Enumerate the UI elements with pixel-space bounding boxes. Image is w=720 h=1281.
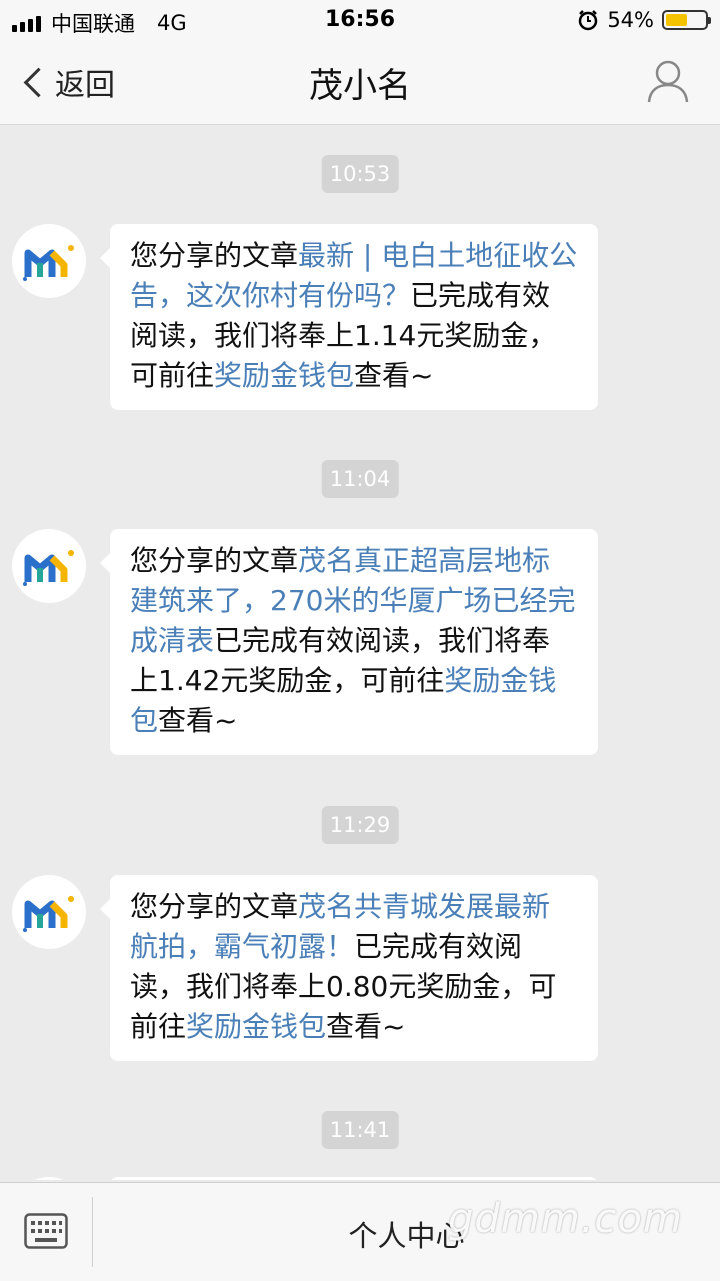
message-bubble: 您分享的文章茂名共青城发展最新航拍，霸气初露！已完成有效阅读，我们将奉上0.80… — [100, 875, 598, 1061]
avatar[interactable] — [12, 224, 86, 298]
maoming-logo-icon — [23, 550, 74, 586]
watermark: gdmm.com — [448, 1196, 683, 1242]
status-right: 54% — [577, 8, 711, 32]
chat-list[interactable]: 10:53 您分享的文章最新 | 电白土地征收公告，这次你村有份吗？已完成有效阅… — [0, 125, 720, 1180]
maoming-logo-icon — [23, 245, 74, 281]
reward-wallet-link[interactable]: 奖励金钱包 — [214, 359, 354, 392]
message-bubble: 您分享的文章最新 | 电白土地征收公告，这次你村有份吗？已完成有效阅读，我们将奉… — [100, 224, 598, 410]
time-badge: 11:29 — [321, 806, 399, 844]
time-badge: 11:41 — [321, 1111, 399, 1149]
avatar[interactable] — [12, 529, 86, 603]
reward-wallet-link[interactable]: 奖励金钱包 — [186, 1010, 326, 1043]
alarm-clock-icon — [579, 10, 598, 31]
message-bubble: 您分享的文章茂名真正超高层地标建筑来了，270米的华厦广场已经完成清表已完成有效… — [100, 529, 598, 755]
message-text: 您分享的文章 — [130, 890, 299, 923]
message-bubble — [110, 1177, 598, 1180]
person-icon[interactable] — [646, 58, 690, 104]
time-badge: 10:53 — [321, 155, 399, 193]
maoming-logo-icon — [23, 896, 74, 932]
keyboard-icon[interactable] — [24, 1213, 68, 1249]
message-text: 您分享的文章 — [130, 544, 299, 577]
battery-percent: 54% — [607, 8, 654, 32]
message-text: 您分享的文章 — [130, 239, 299, 272]
message-text: 查看~ — [354, 359, 434, 392]
battery-level — [666, 14, 687, 26]
message-text: 查看~ — [326, 1010, 406, 1043]
time-badge: 11:04 — [321, 460, 399, 498]
avatar[interactable] — [12, 875, 86, 949]
avatar[interactable] — [12, 1177, 86, 1180]
battery-icon — [662, 10, 711, 30]
status-bar: 中国联通 4G 16:56 54% — [0, 0, 720, 40]
message-text: 查看~ — [158, 704, 238, 737]
nav-bar: 返回 茂小名 — [0, 40, 720, 125]
page-title: 茂小名 — [309, 66, 411, 106]
